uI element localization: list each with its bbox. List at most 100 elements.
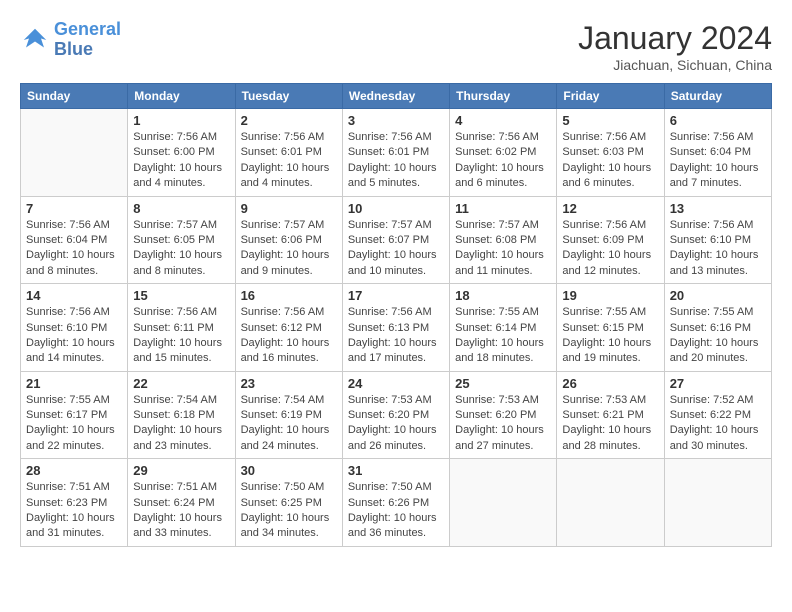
calendar-cell: 8Sunrise: 7:57 AM Sunset: 6:05 PM Daylig… — [128, 196, 235, 284]
calendar-cell — [664, 459, 771, 547]
calendar-cell: 19 Sunrise: 7:55 AM Sunset: 6:15 PM Dayli… — [557, 284, 664, 372]
week-row-2: 7 Sunrise: 7:56 AM Sunset: 6:04 PM Daylig… — [21, 196, 772, 284]
day-info: Sunrise: 7:52 AM Sunset: 6:22 PM Dayligh… — [670, 393, 766, 455]
day-number: 24 — [348, 376, 444, 391]
day-info: Sunrise: 7:56 AM Sunset: 6:12 PM Dayligh… — [241, 305, 337, 367]
day-number: 15 — [133, 288, 229, 303]
day-number: 14 — [26, 288, 122, 303]
calendar-cell: 24Sunrise: 7:53 AM Sunset: 6:20 PM Dayli… — [342, 371, 449, 459]
day-number: 31 — [348, 463, 444, 478]
month-title: January 2024 — [578, 20, 772, 57]
logo-text: General Blue — [54, 20, 121, 60]
day-info: Sunrise: 7:57 AM Sunset: 6:06 PM Dayligh… — [241, 218, 337, 280]
calendar-cell: 29 Sunrise: 7:51 AM Sunset: 6:24 PM Dayli… — [128, 459, 235, 547]
title-block: January 2024 Jiachuan, Sichuan, China — [578, 20, 772, 73]
day-info: Sunrise: 7:56 AM Sunset: 6:10 PM Dayligh… — [670, 218, 766, 280]
day-number: 28 — [26, 463, 122, 478]
day-info: Sunrise: 7:50 AM Sunset: 6:26 PM Dayligh… — [348, 480, 444, 542]
page-header: General Blue January 2024 Jiachuan, Sich… — [20, 20, 772, 73]
calendar-cell: 11 Sunrise: 7:57 AM Sunset: 6:08 PM Dayli… — [450, 196, 557, 284]
calendar-cell: 15 Sunrise: 7:56 AM Sunset: 6:11 PM Dayli… — [128, 284, 235, 372]
day-number: 22 — [133, 376, 229, 391]
calendar-cell: 16 Sunrise: 7:56 AM Sunset: 6:12 PM Dayli… — [235, 284, 342, 372]
day-number: 1 — [133, 113, 229, 128]
calendar-cell: 6 Sunrise: 7:56 AM Sunset: 6:04 PM Daylig… — [664, 109, 771, 197]
day-number: 8 — [133, 201, 229, 216]
day-info: Sunrise: 7:56 AM Sunset: 6:13 PM Dayligh… — [348, 305, 444, 367]
day-number: 20 — [670, 288, 766, 303]
day-number: 5 — [562, 113, 658, 128]
day-number: 18 — [455, 288, 551, 303]
calendar-cell: 22Sunrise: 7:54 AM Sunset: 6:18 PM Dayli… — [128, 371, 235, 459]
day-number: 23 — [241, 376, 337, 391]
day-info: Sunrise: 7:56 AM Sunset: 6:00 PM Dayligh… — [133, 130, 229, 192]
day-info: Sunrise: 7:56 AM Sunset: 6:01 PM Dayligh… — [348, 130, 444, 192]
day-number: 25 — [455, 376, 551, 391]
calendar-cell: 2 Sunrise: 7:56 AM Sunset: 6:01 PM Daylig… — [235, 109, 342, 197]
day-number: 3 — [348, 113, 444, 128]
day-info: Sunrise: 7:56 AM Sunset: 6:04 PM Dayligh… — [670, 130, 766, 192]
calendar-cell: 1 Sunrise: 7:56 AM Sunset: 6:00 PM Daylig… — [128, 109, 235, 197]
day-number: 9 — [241, 201, 337, 216]
day-info: Sunrise: 7:56 AM Sunset: 6:02 PM Dayligh… — [455, 130, 551, 192]
day-number: 2 — [241, 113, 337, 128]
day-info: Sunrise: 7:55 AM Sunset: 6:15 PM Dayligh… — [562, 305, 658, 367]
day-header-saturday: Saturday — [664, 84, 771, 109]
week-row-5: 28 Sunrise: 7:51 AM Sunset: 6:23 PM Dayli… — [21, 459, 772, 547]
day-info: Sunrise: 7:57 AM Sunset: 6:07 PM Dayligh… — [348, 218, 444, 280]
calendar-cell: 18 Sunrise: 7:55 AM Sunset: 6:14 PM Dayli… — [450, 284, 557, 372]
day-header-tuesday: Tuesday — [235, 84, 342, 109]
day-number: 12 — [562, 201, 658, 216]
calendar-cell: 12 Sunrise: 7:56 AM Sunset: 6:09 PM Dayli… — [557, 196, 664, 284]
day-info: Sunrise: 7:56 AM Sunset: 6:09 PM Dayligh… — [562, 218, 658, 280]
day-info: Sunrise: 7:51 AM Sunset: 6:24 PM Dayligh… — [133, 480, 229, 542]
calendar-cell: 23 Sunrise: 7:54 AM Sunset: 6:19 PM Dayli… — [235, 371, 342, 459]
day-number: 26 — [562, 376, 658, 391]
calendar-table: SundayMondayTuesdayWednesdayThursdayFrid… — [20, 83, 772, 547]
day-number: 30 — [241, 463, 337, 478]
calendar-cell: 10Sunrise: 7:57 AM Sunset: 6:07 PM Dayli… — [342, 196, 449, 284]
day-info: Sunrise: 7:50 AM Sunset: 6:25 PM Dayligh… — [241, 480, 337, 542]
day-info: Sunrise: 7:51 AM Sunset: 6:23 PM Dayligh… — [26, 480, 122, 542]
calendar-cell — [450, 459, 557, 547]
day-info: Sunrise: 7:56 AM Sunset: 6:01 PM Dayligh… — [241, 130, 337, 192]
day-number: 7 — [26, 201, 122, 216]
calendar-cell: 20 Sunrise: 7:55 AM Sunset: 6:16 PM Dayli… — [664, 284, 771, 372]
calendar-cell — [557, 459, 664, 547]
calendar-cell: 27Sunrise: 7:52 AM Sunset: 6:22 PM Dayli… — [664, 371, 771, 459]
calendar-cell — [21, 109, 128, 197]
day-header-monday: Monday — [128, 84, 235, 109]
day-info: Sunrise: 7:55 AM Sunset: 6:16 PM Dayligh… — [670, 305, 766, 367]
calendar-cell: 25 Sunrise: 7:53 AM Sunset: 6:20 PM Dayli… — [450, 371, 557, 459]
calendar-cell: 26 Sunrise: 7:53 AM Sunset: 6:21 PM Dayli… — [557, 371, 664, 459]
day-number: 16 — [241, 288, 337, 303]
day-info: Sunrise: 7:56 AM Sunset: 6:10 PM Dayligh… — [26, 305, 122, 367]
day-number: 29 — [133, 463, 229, 478]
day-number: 6 — [670, 113, 766, 128]
day-info: Sunrise: 7:56 AM Sunset: 6:11 PM Dayligh… — [133, 305, 229, 367]
day-number: 19 — [562, 288, 658, 303]
day-header-friday: Friday — [557, 84, 664, 109]
calendar-cell: 4Sunrise: 7:56 AM Sunset: 6:02 PM Daylig… — [450, 109, 557, 197]
calendar-cell: 5Sunrise: 7:56 AM Sunset: 6:03 PM Daylig… — [557, 109, 664, 197]
week-row-1: 1 Sunrise: 7:56 AM Sunset: 6:00 PM Daylig… — [21, 109, 772, 197]
days-header-row: SundayMondayTuesdayWednesdayThursdayFrid… — [21, 84, 772, 109]
day-header-sunday: Sunday — [21, 84, 128, 109]
calendar-cell: 21Sunrise: 7:55 AM Sunset: 6:17 PM Dayli… — [21, 371, 128, 459]
day-info: Sunrise: 7:53 AM Sunset: 6:21 PM Dayligh… — [562, 393, 658, 455]
day-info: Sunrise: 7:57 AM Sunset: 6:08 PM Dayligh… — [455, 218, 551, 280]
calendar-cell: 28 Sunrise: 7:51 AM Sunset: 6:23 PM Dayli… — [21, 459, 128, 547]
day-info: Sunrise: 7:54 AM Sunset: 6:19 PM Dayligh… — [241, 393, 337, 455]
day-info: Sunrise: 7:56 AM Sunset: 6:04 PM Dayligh… — [26, 218, 122, 280]
calendar-cell: 31 Sunrise: 7:50 AM Sunset: 6:26 PM Dayli… — [342, 459, 449, 547]
week-row-3: 14 Sunrise: 7:56 AM Sunset: 6:10 PM Dayli… — [21, 284, 772, 372]
logo: General Blue — [20, 20, 121, 60]
day-header-wednesday: Wednesday — [342, 84, 449, 109]
day-number: 11 — [455, 201, 551, 216]
day-info: Sunrise: 7:55 AM Sunset: 6:14 PM Dayligh… — [455, 305, 551, 367]
location: Jiachuan, Sichuan, China — [578, 57, 772, 73]
day-info: Sunrise: 7:53 AM Sunset: 6:20 PM Dayligh… — [455, 393, 551, 455]
day-number: 21 — [26, 376, 122, 391]
week-row-4: 21Sunrise: 7:55 AM Sunset: 6:17 PM Dayli… — [21, 371, 772, 459]
calendar-cell: 7 Sunrise: 7:56 AM Sunset: 6:04 PM Daylig… — [21, 196, 128, 284]
